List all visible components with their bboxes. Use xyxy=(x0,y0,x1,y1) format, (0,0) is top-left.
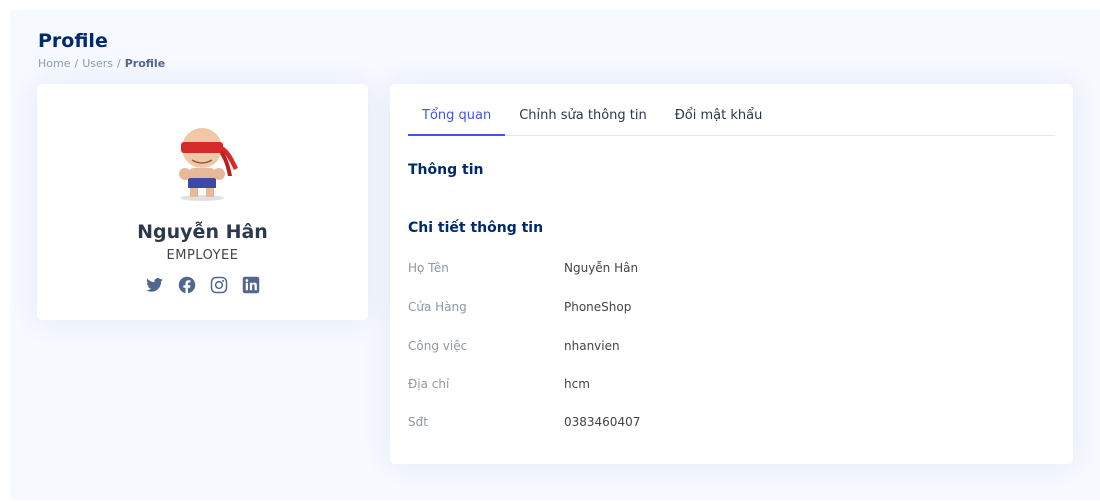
detail-label: Công việc xyxy=(408,339,468,353)
detail-row-name: Họ Tên Nguyễn Hân xyxy=(408,261,1028,281)
tab-change-password[interactable]: Đổi mật khẩu xyxy=(661,98,777,136)
detail-label: Sđt xyxy=(408,415,428,429)
social-links xyxy=(37,275,368,295)
profile-name: Nguyễn Hân xyxy=(137,221,268,243)
breadcrumb: Home / Users / Profile xyxy=(38,57,166,70)
twitter-icon[interactable] xyxy=(145,275,165,295)
instagram-icon[interactable] xyxy=(209,275,229,295)
main-content: Profile Home / Users / Profile Nguyễn Hâ… xyxy=(10,10,1100,500)
profile-card: Nguyễn Hân EMPLOYEE xyxy=(37,84,368,320)
detail-label: Cửa Hàng xyxy=(408,300,467,314)
detail-row-job: Công việc nhanvien xyxy=(408,339,1028,359)
profile-tabs: Tổng quan Chỉnh sửa thông tin Đổi mật kh… xyxy=(408,98,1055,136)
tab-overview[interactable]: Tổng quan xyxy=(408,98,506,136)
detail-value: nhanvien xyxy=(564,339,620,353)
detail-value: hcm xyxy=(564,377,590,391)
profile-role: EMPLOYEE xyxy=(166,248,239,263)
detail-label: Địa chỉ xyxy=(408,377,450,391)
detail-value: 0383460407 xyxy=(564,415,641,429)
avatar xyxy=(164,120,240,202)
detail-value: Nguyễn Hân xyxy=(564,261,639,275)
section-title-info: Thông tin xyxy=(408,162,484,178)
breadcrumb-users[interactable]: Users xyxy=(82,57,113,70)
tab-edit-profile[interactable]: Chỉnh sửa thông tin xyxy=(505,98,661,136)
detail-row-store: Cửa Hàng PhoneShop xyxy=(408,300,1028,320)
linkedin-icon[interactable] xyxy=(241,275,261,295)
breadcrumb-home[interactable]: Home xyxy=(38,57,70,70)
page-title-block: Profile Home / Users / Profile xyxy=(38,30,165,70)
detail-row-address: Địa chỉ hcm xyxy=(408,377,1028,397)
page-title: Profile xyxy=(38,30,108,52)
profile-details-card: Tổng quan Chỉnh sửa thông tin Đổi mật kh… xyxy=(390,84,1073,464)
detail-value: PhoneShop xyxy=(564,300,632,314)
detail-label: Họ Tên xyxy=(408,261,449,275)
section-title-details: Chi tiết thông tin xyxy=(408,220,544,236)
facebook-icon[interactable] xyxy=(177,275,197,295)
detail-row-phone: Sđt 0383460407 xyxy=(408,415,1028,435)
breadcrumb-profile: Profile xyxy=(124,57,166,70)
